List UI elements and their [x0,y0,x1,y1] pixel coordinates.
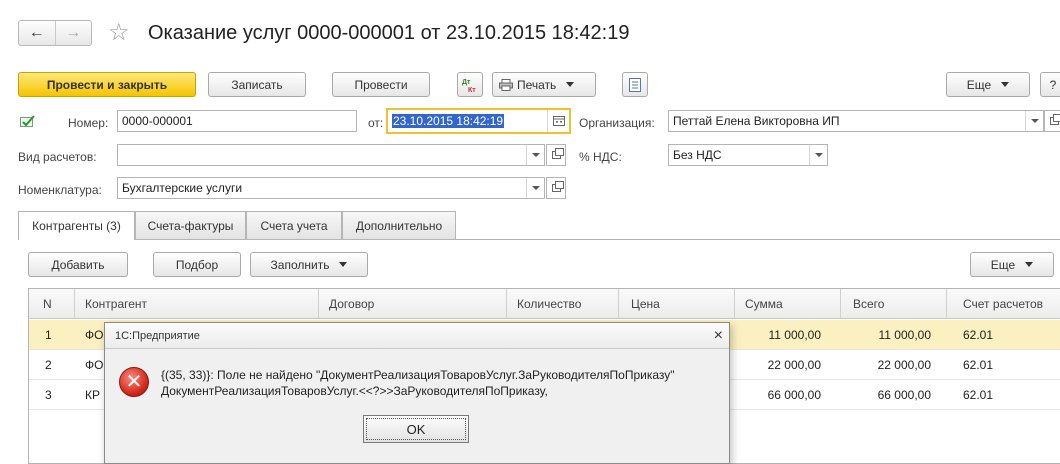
print-button[interactable]: Печать [492,72,596,97]
row-number: 3 [45,388,52,402]
error-message-line-2: ДокументРеализацияТоваровУслуг.<<?>>ЗаРу… [161,384,548,398]
dt-kt-icon: Дт Кт [462,79,476,93]
posted-status-icon [20,115,36,132]
save-button[interactable]: Записать [208,72,306,97]
row-number: 1 [45,328,52,342]
col-price[interactable]: Цена [619,289,735,319]
row-total: 22 000,00 [877,358,931,372]
col-sum[interactable]: Сумма [735,289,841,319]
row-account: 62.01 [963,358,994,372]
col-total[interactable]: Всего [841,289,947,319]
calc-type-field[interactable] [117,144,545,166]
favorite-star-icon[interactable]: ☆ [108,20,130,46]
chevron-down-icon [566,82,575,87]
error-message-line-1: {(35, 33)}: Поле не найдено "ДокументРеа… [161,368,675,382]
forward-arrow-icon: → [65,24,82,41]
post-button[interactable]: Провести [332,72,430,97]
post-and-close-button[interactable]: Провести и закрыть [18,72,196,97]
col-n[interactable]: N [29,289,75,319]
table-more-label: Еще [990,257,1016,272]
back-button[interactable]: ← [19,21,55,45]
add-button[interactable]: Добавить [28,252,128,277]
row-contractor: ФО [85,358,104,372]
svg-text:Кт: Кт [468,87,476,93]
document-icon [629,77,641,92]
col-contractor[interactable]: Контрагент [75,289,319,319]
number-field[interactable]: 0000-000001 [117,110,357,132]
row-total: 11 000,00 [878,328,932,342]
open-icon [551,148,564,159]
col-contract[interactable]: Договор [319,289,507,319]
calendar-icon[interactable] [547,110,569,132]
row-sum: 22 000,00 [767,358,821,372]
tab-contractors[interactable]: Контрагенты (3) [18,211,135,240]
chevron-down-icon[interactable] [526,145,544,165]
report-button[interactable] [622,72,648,97]
tab-accounts[interactable]: Счета учета [246,211,342,239]
back-arrow-icon: ← [28,24,45,41]
navigation-arrows: ← → [18,20,92,46]
vat-label: % НДС: [579,150,622,164]
chevron-down-icon[interactable] [1025,111,1043,131]
tab-additional[interactable]: Дополнительно [342,211,456,239]
close-icon[interactable]: × [714,323,723,349]
row-number: 2 [45,358,52,372]
ok-button[interactable]: OK [363,415,469,443]
select-button[interactable]: Подбор [153,252,241,277]
chevron-down-icon[interactable] [809,145,827,165]
forward-button[interactable]: → [54,21,92,45]
open-icon [1049,114,1060,125]
tab-invoices[interactable]: Счета-фактуры [135,211,246,239]
error-dialog: 1С:Предприятие × ✕ {(35, 33)}: Поле не н… [104,322,730,464]
number-label: Номер: [68,116,109,130]
dialog-title: 1С:Предприятие [105,323,729,349]
error-message: {(35, 33)}: Поле не найдено "ДокументРеа… [161,367,675,399]
fill-label: Заполнить [270,257,330,272]
active-tab-gap [19,238,134,240]
col-account[interactable]: Счет расчетов [947,289,1060,319]
chevron-down-icon [1025,262,1034,267]
vat-field[interactable]: Без НДС [668,144,828,166]
col-quantity[interactable]: Количество [507,289,619,319]
row-contractor: КР [85,388,100,402]
nomenclature-label: Номенклатура: [18,183,102,197]
table-more-button[interactable]: Еще [970,252,1054,277]
calc-type-label: Вид расчетов: [18,150,97,164]
more-button[interactable]: Еще [946,72,1030,97]
row-total: 66 000,00 [877,388,931,402]
row-sum: 66 000,00 [767,388,821,402]
date-label: от: [368,116,384,130]
nomenclature-field[interactable]: Бухгалтерские услуги [117,177,545,199]
chevron-down-icon [1001,82,1010,87]
organization-label: Организация: [579,116,655,130]
row-contractor: ФО [85,328,104,342]
open-icon [551,181,564,192]
fill-button[interactable]: Заполнить [250,252,368,277]
row-account: 62.01 [963,328,994,342]
printer-icon [499,78,513,91]
more-label: Еще [966,77,992,92]
print-label: Печать [517,77,557,92]
row-sum: 11 000,00 [768,328,822,342]
help-button[interactable]: ? [1040,72,1060,97]
table-header: N Контрагент Договор Количество Цена Сум… [29,289,1060,319]
chevron-down-icon [339,262,348,267]
chevron-down-icon[interactable] [526,178,544,198]
svg-text:Дт: Дт [462,79,471,86]
organization-open-button[interactable] [1044,110,1060,132]
error-icon: ✕ [119,367,149,397]
tab-divider [18,239,1060,240]
row-account: 62.01 [963,388,994,402]
dt-kt-button[interactable]: Дт Кт [457,72,483,97]
nomenclature-open-button[interactable] [546,177,566,199]
organization-field[interactable]: Петтай Елена Викторовна ИП [668,110,1044,132]
date-field[interactable]: 23.10.2015 18:42:19 [386,108,571,134]
page-title: Оказание услуг 0000-000001 от 23.10.2015… [148,22,630,44]
calc-type-open-button[interactable] [546,144,566,166]
